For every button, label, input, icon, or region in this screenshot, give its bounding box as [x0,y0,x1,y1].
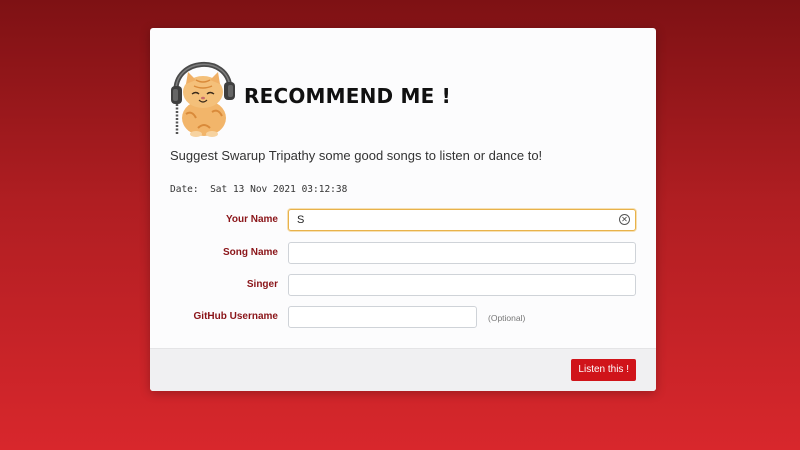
form-row-song: Song Name [150,242,656,266]
date-value: Sat 13 Nov 2021 03:12:38 [210,184,348,195]
song-label: Song Name [222,247,278,258]
recommend-card: RECOMMEND ME ! Suggest Swarup Tripathy s… [150,28,656,391]
page-subtitle: Suggest Swarup Tripathy some good songs … [170,148,543,163]
date-label: Date: [170,184,199,195]
page-title: RECOMMEND ME ! [244,84,451,108]
optional-note: (Optional) [488,313,526,323]
form-row-singer: Singer [150,274,656,298]
card-footer: Listen this ! [150,348,656,391]
github-input[interactable] [288,306,477,328]
form-row-github: GitHub Username (Optional) [150,306,656,330]
singer-label: Singer [246,279,278,290]
form-row-name: Your Name ✕ [150,209,656,233]
listen-this-button[interactable]: Listen this ! [571,359,636,381]
clear-circle-icon[interactable]: ✕ [619,214,630,225]
cat-headphones-logo [171,62,235,137]
name-input[interactable] [288,209,636,231]
song-input[interactable] [288,242,636,264]
github-label: GitHub Username [193,311,278,322]
date-display: Date: Sat 13 Nov 2021 03:12:38 [170,184,347,195]
name-label: Your Name [225,214,278,225]
singer-input[interactable] [288,274,636,296]
